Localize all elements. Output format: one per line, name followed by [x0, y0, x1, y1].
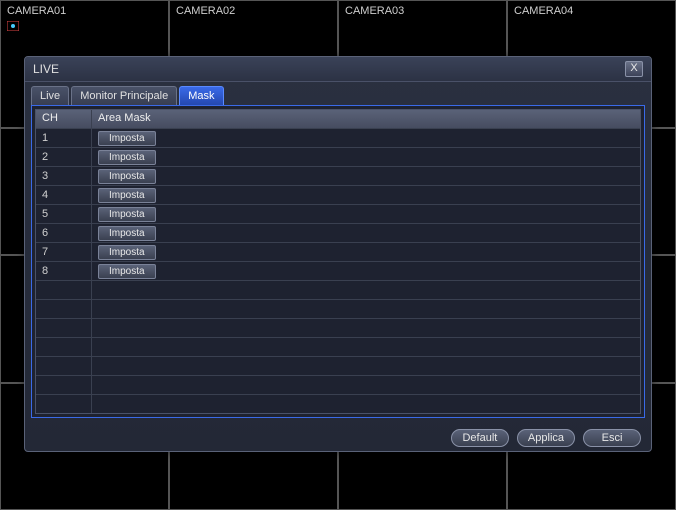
cell-area: Imposta: [92, 205, 640, 223]
default-button[interactable]: Default: [451, 429, 509, 447]
cell-area: [92, 281, 640, 299]
close-button[interactable]: X: [625, 61, 643, 77]
cell-ch: [36, 319, 92, 337]
cell-area: [92, 319, 640, 337]
table-row: [36, 299, 640, 318]
imposta-button[interactable]: Imposta: [98, 207, 156, 222]
imposta-button[interactable]: Imposta: [98, 131, 156, 146]
cell-ch: 8: [36, 262, 92, 280]
dialog-footer: Default Applica Esci: [25, 424, 651, 451]
cell-ch: 6: [36, 224, 92, 242]
table-row: [36, 356, 640, 375]
cell-area: [92, 357, 640, 375]
dialog-title: LIVE: [33, 62, 59, 76]
tab-mask[interactable]: Mask: [179, 86, 223, 105]
close-icon: X: [630, 62, 637, 74]
table-row: [36, 318, 640, 337]
header-ch: CH: [36, 110, 92, 128]
mask-table: CH Area Mask 1 Imposta 2 Imposta 3 Imposta 4 Im…: [35, 109, 641, 414]
camera-label: CAMERA02: [176, 5, 235, 17]
table-row: [36, 337, 640, 356]
imposta-button[interactable]: Imposta: [98, 245, 156, 260]
table-row: 8 Imposta: [36, 261, 640, 280]
table-row: [36, 280, 640, 299]
cell-ch: 5: [36, 205, 92, 223]
live-dialog: LIVE X LiveMonitor PrincipaleMask CH Are…: [24, 56, 652, 452]
cell-area: Imposta: [92, 186, 640, 204]
table-row: 2 Imposta: [36, 147, 640, 166]
camera-label: CAMERA01: [7, 5, 66, 17]
tab-strip: LiveMonitor PrincipaleMask: [25, 82, 651, 105]
cell-area: Imposta: [92, 167, 640, 185]
table-body: 1 Imposta 2 Imposta 3 Imposta 4 Imposta 5 Imposta…: [36, 128, 640, 413]
cell-area: [92, 300, 640, 318]
cell-ch: [36, 338, 92, 356]
header-area: Area Mask: [92, 110, 640, 128]
imposta-button[interactable]: Imposta: [98, 188, 156, 203]
cell-area: Imposta: [92, 224, 640, 242]
cell-area: Imposta: [92, 262, 640, 280]
cell-area: Imposta: [92, 148, 640, 166]
record-icon: [7, 21, 19, 31]
table-header: CH Area Mask: [36, 110, 640, 128]
table-row: 7 Imposta: [36, 242, 640, 261]
cell-ch: 1: [36, 129, 92, 147]
imposta-button[interactable]: Imposta: [98, 264, 156, 279]
cell-ch: [36, 357, 92, 375]
cell-ch: [36, 300, 92, 318]
table-row: 1 Imposta: [36, 128, 640, 147]
cell-ch: 7: [36, 243, 92, 261]
cell-ch: [36, 395, 92, 413]
tab-monitor-principale[interactable]: Monitor Principale: [71, 86, 177, 105]
imposta-button[interactable]: Imposta: [98, 150, 156, 165]
cell-area: [92, 395, 640, 413]
camera-label: CAMERA04: [514, 5, 573, 17]
titlebar: LIVE X: [25, 57, 651, 82]
cell-ch: 3: [36, 167, 92, 185]
imposta-button[interactable]: Imposta: [98, 169, 156, 184]
camera-label: CAMERA03: [345, 5, 404, 17]
tab-live[interactable]: Live: [31, 86, 69, 105]
content-frame: CH Area Mask 1 Imposta 2 Imposta 3 Imposta 4 Im…: [31, 105, 645, 418]
table-row: [36, 375, 640, 394]
table-row: [36, 394, 640, 413]
cell-ch: 2: [36, 148, 92, 166]
cell-area: [92, 338, 640, 356]
apply-button[interactable]: Applica: [517, 429, 575, 447]
cell-area: [92, 376, 640, 394]
imposta-button[interactable]: Imposta: [98, 226, 156, 241]
cell-ch: 4: [36, 186, 92, 204]
table-row: 6 Imposta: [36, 223, 640, 242]
table-row: 5 Imposta: [36, 204, 640, 223]
table-row: 3 Imposta: [36, 166, 640, 185]
exit-button[interactable]: Esci: [583, 429, 641, 447]
table-row: 4 Imposta: [36, 185, 640, 204]
cell-area: Imposta: [92, 129, 640, 147]
cell-area: Imposta: [92, 243, 640, 261]
cell-ch: [36, 376, 92, 394]
cell-ch: [36, 281, 92, 299]
